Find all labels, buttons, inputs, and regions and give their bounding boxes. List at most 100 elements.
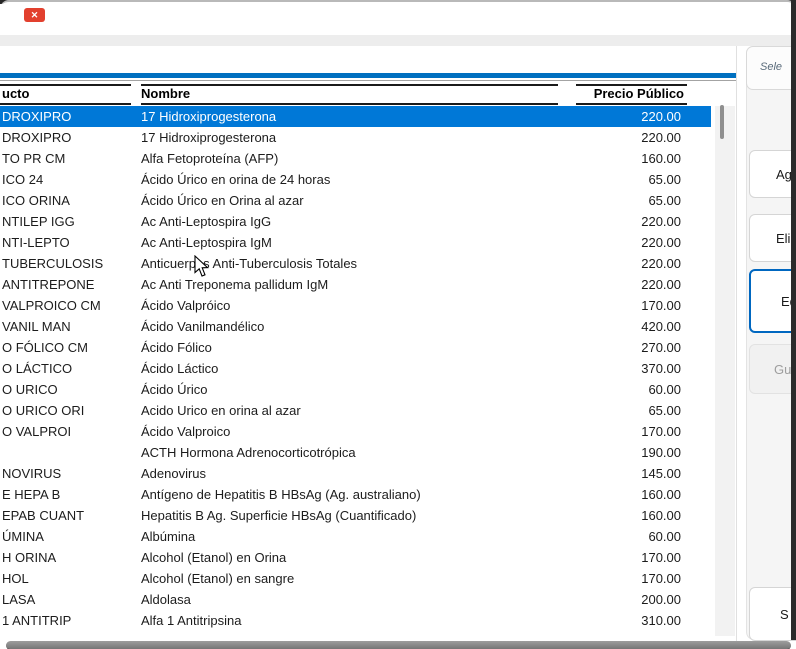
row-product-name: Antígeno de Hepatitis B HBsAg (Ag. austr… — [141, 487, 551, 502]
row-product-code: EPAB CUANT — [2, 508, 137, 523]
row-product-name: Ácido Valpróico — [141, 298, 551, 313]
row-product-code: ICO 24 — [2, 172, 137, 187]
row-product-code: HOL — [2, 571, 137, 586]
row-product-price: 160.00 — [555, 151, 681, 166]
table-row[interactable]: VANIL MANÁcido Vanilmandélico420.00 — [0, 316, 711, 337]
products-table: ucto Nombre Precio Público DROXIPRO17 Hi… — [0, 46, 737, 641]
table-row[interactable]: VALPROICO CM Ácido Valpróico 170.00 — [0, 295, 711, 316]
row-product-code: DROXIPRO — [2, 109, 137, 124]
row-product-code: VALPROICO CM — [2, 298, 137, 313]
app-window: ✕ ucto Nombre Precio Público DROXIPRO17 … — [0, 0, 796, 649]
row-product-price: 160.00 — [555, 487, 681, 502]
window-bottom-edge — [6, 641, 791, 649]
row-product-name: Acido Urico en orina al azar — [141, 403, 551, 418]
table-row[interactable]: LASA Aldolasa 200.00 — [0, 589, 711, 610]
row-product-name: Alfa Fetoproteína (AFP) — [141, 151, 551, 166]
table-row[interactable]: EPAB CUANTHepatitis B Ag. Superficie HBs… — [0, 505, 711, 526]
table-row[interactable]: TO PR CM Alfa Fetoproteína (AFP) 160.00 — [0, 148, 711, 169]
table-row[interactable]: ÚMINAAlbúmina60.00 — [0, 526, 711, 547]
table-row[interactable]: O LÁCTICOÁcido Láctico370.00 — [0, 358, 711, 379]
vertical-scrollbar-thumb[interactable] — [720, 105, 724, 139]
table-row[interactable]: HOL Alcohol (Etanol) en sangre 170.00 — [0, 568, 711, 589]
row-product-code: 1 ANTITRIP — [2, 613, 137, 628]
column-header-precio-publico[interactable]: Precio Público — [576, 86, 684, 101]
table-row[interactable]: O VALPROI Ácido Valproico 170.00 — [0, 421, 711, 442]
row-product-name: Ac Anti-Leptospira IgG — [141, 214, 551, 229]
row-product-code: NTI-LEPTO — [2, 235, 137, 250]
row-product-price: 65.00 — [555, 403, 681, 418]
row-product-name: Adenovirus — [141, 466, 551, 481]
row-product-price: 370.00 — [555, 361, 681, 376]
row-product-price: 220.00 — [555, 235, 681, 250]
row-product-price: 170.00 — [555, 424, 681, 439]
row-product-name: Ácido Úrico en Orina al azar — [141, 193, 551, 208]
row-product-code: ÚMINA — [2, 529, 137, 544]
row-product-price: 170.00 — [555, 571, 681, 586]
table-row[interactable]: ICO ORINAÁcido Úrico en Orina al azar65.… — [0, 190, 711, 211]
row-product-name: Alfa 1 Antitripsina — [141, 613, 551, 628]
row-product-name: Ácido Úrico en orina de 24 horas — [141, 172, 551, 187]
row-product-price: 160.00 — [555, 508, 681, 523]
row-product-name: Ácido Valproico — [141, 424, 551, 439]
table-row[interactable]: H ORINA Alcohol (Etanol) en Orina 170.00 — [0, 547, 711, 568]
row-product-code: TUBERCULOSIS — [2, 256, 137, 271]
row-product-code: NTILEP IGG — [2, 214, 137, 229]
row-product-code: LASA — [2, 592, 137, 607]
row-product-code: E HEPA B — [2, 487, 137, 502]
row-product-name: Ácido Fólico — [141, 340, 551, 355]
agregar-button[interactable]: Agr — [749, 150, 796, 198]
vertical-scrollbar[interactable] — [715, 106, 735, 636]
salir-button[interactable]: S — [749, 587, 796, 641]
table-row[interactable]: NOVIRUSAdenovirus145.00 — [0, 463, 711, 484]
table-row[interactable]: ANTITREPONEAc Anti Treponema pallidum Ig… — [0, 274, 711, 295]
header-underline — [141, 103, 558, 105]
row-product-code: VANIL MAN — [2, 319, 137, 334]
row-product-price: 200.00 — [555, 592, 681, 607]
table-row[interactable]: TUBERCULOSISAnticuerpos Anti-Tuberculosi… — [0, 253, 711, 274]
table-row[interactable]: O URICO ORIAcido Urico en orina al azar6… — [0, 400, 711, 421]
eliminar-button[interactable]: Elim — [749, 214, 796, 262]
editar-button[interactable]: Ed — [749, 269, 796, 333]
row-product-price: 170.00 — [555, 298, 681, 313]
row-product-price: 60.00 — [555, 382, 681, 397]
row-product-code: H ORINA — [2, 550, 137, 565]
table-row[interactable]: ICO 24 Ácido Úrico en orina de 24 horas 65… — [0, 169, 711, 190]
selection-hint-label: Sele — [760, 61, 782, 73]
table-row[interactable]: O URICO Ácido Úrico 60.00 — [0, 379, 711, 400]
row-product-name: Albúmina — [141, 529, 551, 544]
table-row[interactable]: DROXIPRO17 Hidroxiprogesterona220.00 — [0, 127, 711, 148]
actions-panel — [746, 46, 796, 640]
table-row[interactable]: NTI-LEPTO Ac Anti-Leptospira IgM 220.00 — [0, 232, 711, 253]
row-product-name: Ácido Láctico — [141, 361, 551, 376]
table-row[interactable]: O FÓLICO CMÁcido Fólico270.00 — [0, 337, 711, 358]
row-product-name: Ácido Úrico — [141, 382, 551, 397]
row-product-code: DROXIPRO — [2, 130, 137, 145]
table-row[interactable]: NTILEP IGGAc Anti-Leptospira IgG220.00 — [0, 211, 711, 232]
row-product-name: Ac Anti-Leptospira IgM — [141, 235, 551, 250]
row-product-name: 17 Hidroxiprogesterona — [141, 109, 551, 124]
red-x-icon[interactable]: ✕ — [24, 8, 45, 22]
table-row[interactable]: 1 ANTITRIPAlfa 1 Antitripsina310.00 — [0, 610, 711, 631]
table-row[interactable]: DROXIPRO17 Hidroxiprogesterona220.00 — [0, 106, 711, 127]
column-header-producto[interactable]: ucto — [2, 86, 29, 101]
column-header-nombre[interactable]: Nombre — [141, 86, 190, 101]
guardar-button-disabled: Gua — [749, 344, 796, 394]
row-product-price: 170.00 — [555, 550, 681, 565]
row-product-name: Aldolasa — [141, 592, 551, 607]
row-product-price: 65.00 — [555, 172, 681, 187]
row-product-code: O URICO — [2, 382, 137, 397]
table-row[interactable]: ACTH Hormona Adrenocorticotrópica190.00 — [0, 442, 711, 463]
row-product-name: Alcohol (Etanol) en Orina — [141, 550, 551, 565]
row-product-code: TO PR CM — [2, 151, 137, 166]
window-right-edge — [791, 0, 796, 640]
row-product-price: 220.00 — [555, 277, 681, 292]
row-product-price: 65.00 — [555, 193, 681, 208]
row-product-code: ANTITREPONE — [2, 277, 137, 292]
divider-line — [0, 80, 737, 81]
header-underline — [576, 103, 687, 105]
table-row[interactable]: E HEPA B Antígeno de Hepatitis B HBsAg (A… — [0, 484, 711, 505]
row-product-price: 145.00 — [555, 466, 681, 481]
row-product-name: Alcohol (Etanol) en sangre — [141, 571, 551, 586]
row-product-code: O VALPROI — [2, 424, 137, 439]
window-band — [0, 35, 796, 46]
